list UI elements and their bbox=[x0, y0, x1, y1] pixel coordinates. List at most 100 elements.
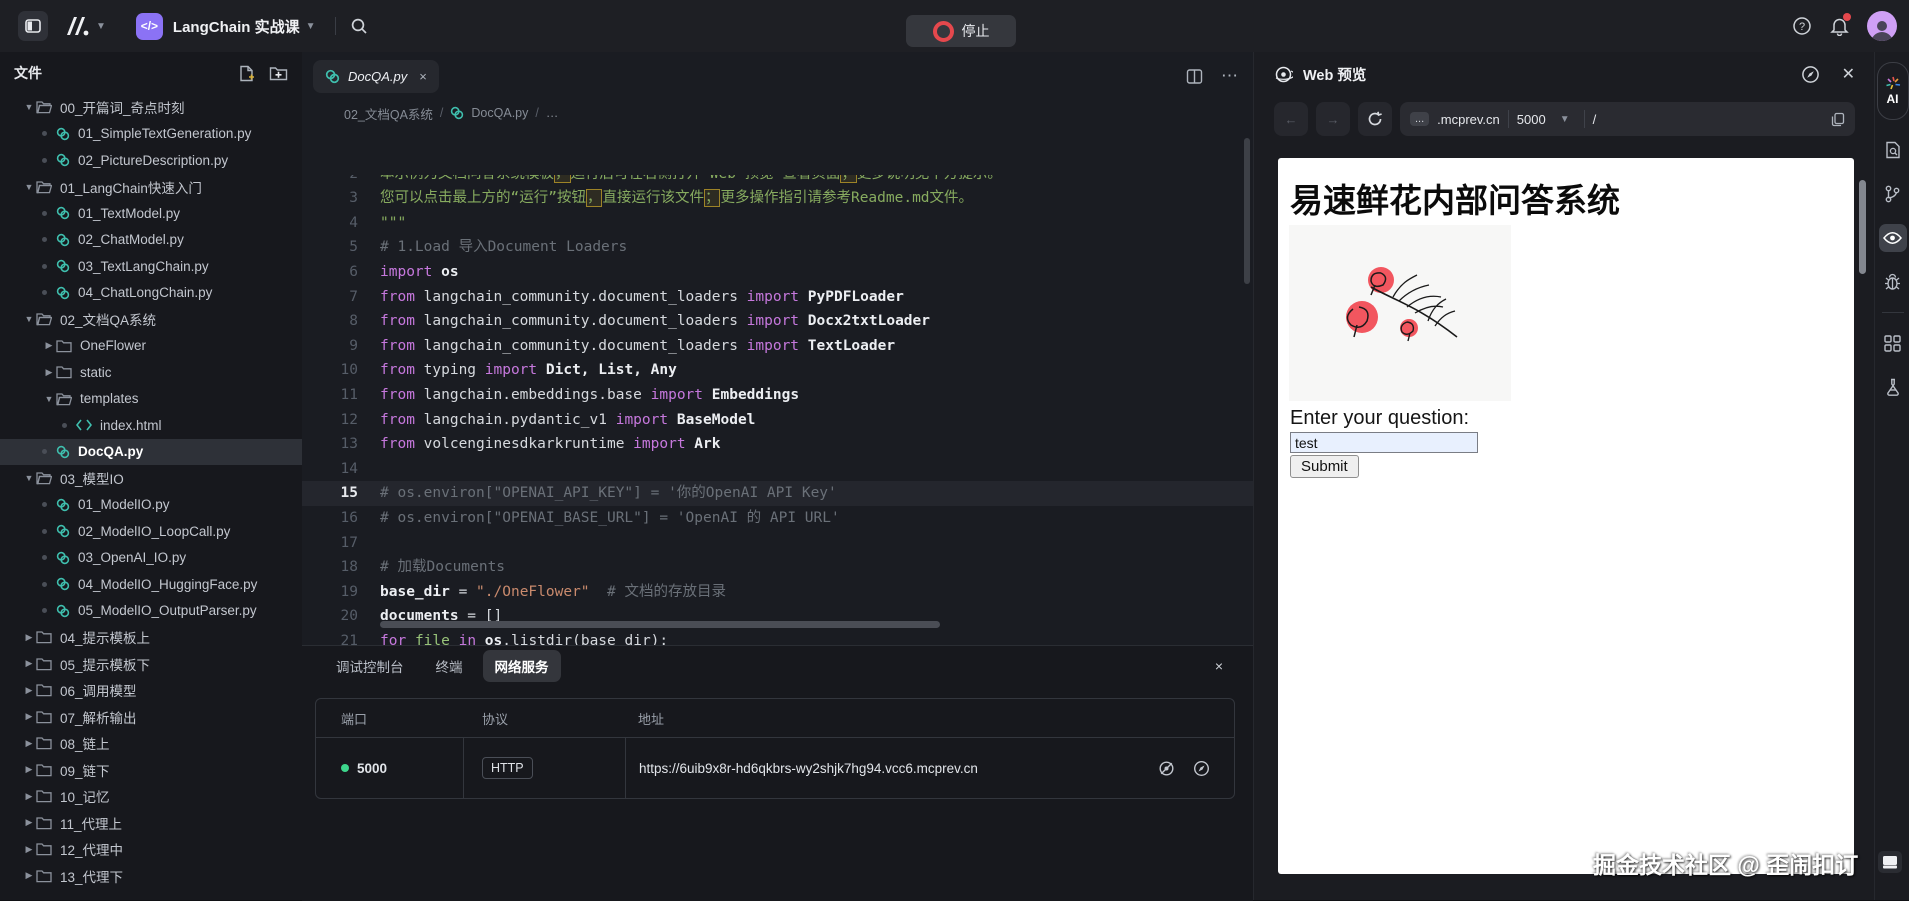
tree-file[interactable]: 02_PictureDescription.py bbox=[0, 147, 302, 174]
code-line[interactable]: 8from langchain_community.document_loade… bbox=[302, 309, 1253, 334]
code-line[interactable]: 2本示例为文档问答系统模板，运行后可在右侧打开“Web 预览”查看页面；更多说明… bbox=[302, 175, 1253, 186]
chevron-right-icon[interactable]: ▶ bbox=[22, 791, 36, 802]
chevron-right-icon[interactable]: ▶ bbox=[22, 764, 36, 775]
tree-file[interactable]: 03_OpenAI_IO.py bbox=[0, 545, 302, 572]
tree-folder[interactable]: ▶static bbox=[0, 359, 302, 386]
new-folder-icon[interactable] bbox=[269, 65, 288, 82]
code-line[interactable]: 9from langchain_community.document_loade… bbox=[302, 334, 1253, 359]
code-line[interactable]: 12from langchain.pydantic_v1 import Base… bbox=[302, 408, 1253, 433]
tree-folder[interactable]: ▼01_LangChain快速入门 bbox=[0, 174, 302, 201]
code-line[interactable]: 19base_dir = "./OneFlower" # 文档的存放目录 bbox=[302, 580, 1253, 605]
refresh-icon[interactable] bbox=[1358, 102, 1392, 136]
tree-folder[interactable]: ▶10_记忆 bbox=[0, 783, 302, 810]
bottom-tab-active[interactable]: 网络服务 bbox=[483, 650, 561, 682]
code-line[interactable]: 17 bbox=[302, 531, 1253, 556]
chevron-right-icon[interactable]: ▶ bbox=[22, 711, 36, 722]
help-icon[interactable]: ? bbox=[1792, 16, 1812, 36]
tree-file[interactable]: 01_SimpleTextGeneration.py bbox=[0, 121, 302, 148]
tree-file[interactable]: 04_ModelIO_HuggingFace.py bbox=[0, 571, 302, 598]
monitor-icon[interactable] bbox=[1877, 850, 1903, 874]
file-search-icon[interactable] bbox=[1879, 136, 1907, 164]
url-bar[interactable]: ... .mcprev.cn 5000 ▼ / bbox=[1400, 102, 1855, 136]
tree-folder[interactable]: ▶08_链上 bbox=[0, 730, 302, 757]
service-address[interactable]: https://6uib9x8r-hd6qkbrs-wy2shjk7hg94.v… bbox=[625, 738, 1234, 798]
back-icon[interactable]: ← bbox=[1274, 102, 1308, 136]
tree-folder[interactable]: ▶11_代理上 bbox=[0, 810, 302, 837]
split-editor-icon[interactable] bbox=[1186, 68, 1203, 85]
chevron-down-icon[interactable]: ▼ bbox=[22, 102, 36, 112]
avatar[interactable] bbox=[1867, 11, 1897, 41]
code-area[interactable]: 2本示例为文档问答系统模板，运行后可在右侧打开“Web 预览”查看页面；更多说明… bbox=[302, 126, 1253, 645]
breadcrumb-segment[interactable]: 02_文档QA系统 bbox=[344, 104, 433, 123]
table-row[interactable]: 5000 HTTP https://6uib9x8r-hd6qkbrs-wy2s… bbox=[316, 738, 1234, 798]
open-in-browser-icon[interactable] bbox=[1193, 760, 1210, 777]
breadcrumb-segment[interactable]: DocQA.py bbox=[471, 106, 528, 120]
marscode-logo[interactable] bbox=[64, 15, 90, 37]
code-line[interactable]: 4""" bbox=[302, 211, 1253, 236]
sidebar-toggle-icon[interactable] bbox=[18, 11, 48, 41]
code-line[interactable]: 15# os.environ["OPENAI_API_KEY"] = '你的Op… bbox=[302, 481, 1253, 506]
eye-icon[interactable] bbox=[1879, 224, 1907, 252]
chevron-right-icon[interactable]: ▶ bbox=[22, 632, 36, 643]
chevron-down-icon[interactable]: ▼ bbox=[42, 394, 56, 404]
new-file-icon[interactable] bbox=[238, 65, 255, 82]
chevron-right-icon[interactable]: ▶ bbox=[42, 340, 56, 351]
code-line[interactable]: 10from typing import Dict, List, Any bbox=[302, 358, 1253, 383]
tree-file[interactable]: 03_TextLangChain.py bbox=[0, 253, 302, 280]
more-actions-icon[interactable]: ⋯ bbox=[1221, 66, 1239, 86]
chevron-right-icon[interactable]: ▶ bbox=[22, 870, 36, 881]
tree-folder[interactable]: ▶05_提示模板下 bbox=[0, 651, 302, 678]
code-line[interactable]: 16# os.environ["OPENAI_BASE_URL"] = 'Ope… bbox=[302, 506, 1253, 531]
chevron-right-icon[interactable]: ▶ bbox=[22, 685, 36, 696]
breadcrumb[interactable]: 02_文档QA系统/DocQA.py/… bbox=[302, 100, 1253, 126]
code-line[interactable]: 21for file in os.listdir(base_dir): bbox=[302, 629, 1253, 645]
tree-folder[interactable]: ▶07_解析输出 bbox=[0, 704, 302, 731]
chevron-right-icon[interactable]: ▶ bbox=[22, 738, 36, 749]
tree-folder[interactable]: ▶04_提示模板上 bbox=[0, 624, 302, 651]
tree-file[interactable]: 01_TextModel.py bbox=[0, 200, 302, 227]
stop-button[interactable]: 停止 bbox=[906, 15, 1016, 47]
breadcrumb-segment[interactable]: … bbox=[546, 106, 559, 120]
code-line[interactable]: 13from volcenginesdkarkruntime import Ar… bbox=[302, 432, 1253, 457]
git-branch-icon[interactable] bbox=[1879, 180, 1907, 208]
tree-folder[interactable]: ▶12_代理中 bbox=[0, 836, 302, 863]
tree-folder[interactable]: ▶OneFlower bbox=[0, 333, 302, 360]
chevron-down-icon[interactable]: ▼ bbox=[22, 473, 36, 483]
preview-eye-icon[interactable] bbox=[1158, 760, 1175, 777]
bottom-tab-item[interactable]: 终端 bbox=[424, 650, 475, 682]
code-line[interactable]: 14 bbox=[302, 457, 1253, 482]
chevron-down-icon[interactable]: ▼ bbox=[306, 21, 316, 32]
tree-file[interactable]: 04_ChatLongChain.py bbox=[0, 280, 302, 307]
chevron-down-icon[interactable]: ▼ bbox=[22, 182, 36, 192]
chevron-right-icon[interactable]: ▶ bbox=[22, 658, 36, 669]
tree-file[interactable]: 05_ModelIO_OutputParser.py bbox=[0, 598, 302, 625]
tree-file[interactable]: 02_ModelIO_LoopCall.py bbox=[0, 518, 302, 545]
tree-folder[interactable]: ▼03_模型IO bbox=[0, 465, 302, 492]
grid-icon[interactable] bbox=[1879, 329, 1907, 357]
question-input[interactable] bbox=[1290, 432, 1478, 453]
forward-icon[interactable]: → bbox=[1316, 102, 1350, 136]
ai-assistant-icon[interactable]: AI bbox=[1877, 62, 1909, 120]
tree-folder[interactable]: ▼00_开篇词_奇点时刻 bbox=[0, 94, 302, 121]
tab-docqa[interactable]: DocQA.py × bbox=[313, 60, 439, 93]
flask-icon[interactable] bbox=[1879, 373, 1907, 401]
bug-icon[interactable] bbox=[1879, 268, 1907, 296]
code-line[interactable]: 7from langchain_community.document_loade… bbox=[302, 285, 1253, 310]
chevron-down-icon[interactable]: ▼ bbox=[22, 314, 36, 324]
tree-file[interactable]: 01_ModelIO.py bbox=[0, 492, 302, 519]
tree-file[interactable]: index.html bbox=[0, 412, 302, 439]
close-tab-icon[interactable]: × bbox=[419, 69, 427, 84]
chevron-down-icon[interactable]: ▼ bbox=[96, 21, 106, 32]
editor-vertical-scrollbar[interactable] bbox=[1244, 138, 1250, 284]
close-panel-icon[interactable]: × bbox=[1215, 658, 1223, 674]
submit-button[interactable]: Submit bbox=[1290, 455, 1359, 478]
code-line[interactable]: 6import os bbox=[302, 260, 1253, 285]
chevron-right-icon[interactable]: ▶ bbox=[22, 844, 36, 855]
code-line[interactable]: 18# 加载Documents bbox=[302, 555, 1253, 580]
tree-folder[interactable]: ▶09_链下 bbox=[0, 757, 302, 784]
tree-file[interactable]: DocQA.py bbox=[0, 439, 302, 466]
tree-folder[interactable]: ▼02_文档QA系统 bbox=[0, 306, 302, 333]
chevron-down-icon[interactable]: ▼ bbox=[1560, 114, 1570, 125]
code-line[interactable]: 3您可以点击最上方的“运行”按钮，直接运行该文件；更多操作指引请参考Readme… bbox=[302, 186, 1253, 211]
tree-file[interactable]: 02_ChatModel.py bbox=[0, 227, 302, 254]
